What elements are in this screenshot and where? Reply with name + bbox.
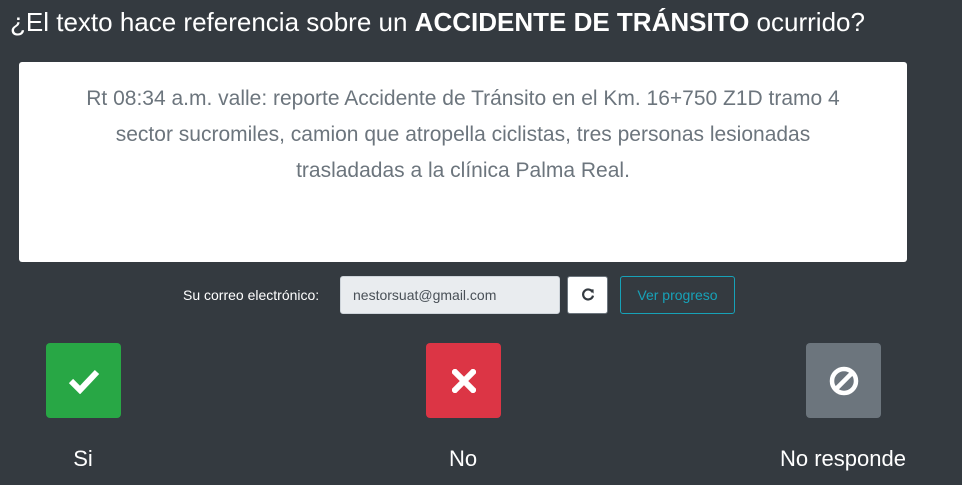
answer-no: No (373, 343, 553, 478)
no-button[interactable] (426, 343, 501, 418)
report-text: Rt 08:34 a.m. valle: reporte Accidente d… (86, 87, 840, 182)
question-prefix: ¿El texto hace referencia sobre un (10, 7, 415, 37)
email-label: Su correo electrónico: (183, 287, 320, 303)
no-label: No (448, 446, 478, 471)
question-suffix: ocurrido? (749, 7, 865, 37)
no-response-label: No responde (780, 446, 906, 471)
yes-label: Si (73, 446, 93, 471)
report-text-card: Rt 08:34 a.m. valle: reporte Accidente d… (19, 62, 907, 262)
question-heading: ¿El texto hace referencia sobre un ACCID… (10, 2, 865, 42)
x-icon (451, 368, 476, 393)
answer-no-response: No responde (753, 343, 933, 478)
refresh-button[interactable] (567, 276, 608, 314)
question-emphasis: ACCIDENTE DE TRÁNSITO (414, 7, 750, 37)
ban-icon (829, 366, 858, 395)
email-input[interactable] (340, 276, 560, 314)
answer-yes: Si (0, 343, 173, 478)
refresh-icon (581, 288, 594, 301)
email-row: Su correo electrónico: Ver progreso (0, 276, 962, 314)
no-response-button[interactable] (806, 343, 881, 418)
yes-button[interactable] (46, 343, 121, 418)
view-progress-button[interactable]: Ver progreso (620, 276, 735, 314)
check-icon (68, 369, 99, 394)
